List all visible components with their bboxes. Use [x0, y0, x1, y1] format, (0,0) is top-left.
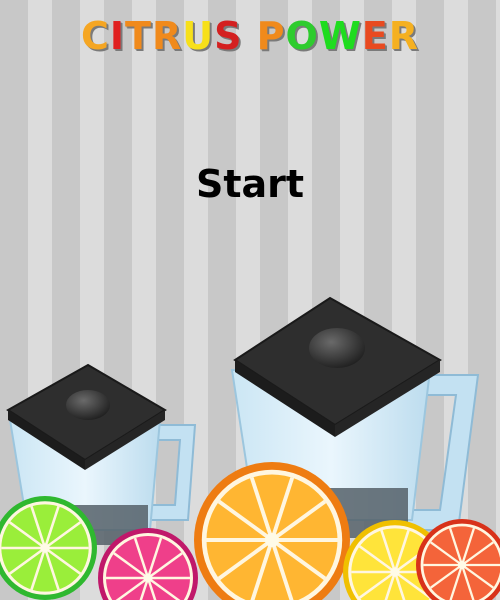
- small-blender-knob: [66, 390, 110, 420]
- blood-orange-slice: [416, 519, 500, 600]
- game-scene: [0, 296, 500, 600]
- large-blender-knob: [309, 328, 365, 368]
